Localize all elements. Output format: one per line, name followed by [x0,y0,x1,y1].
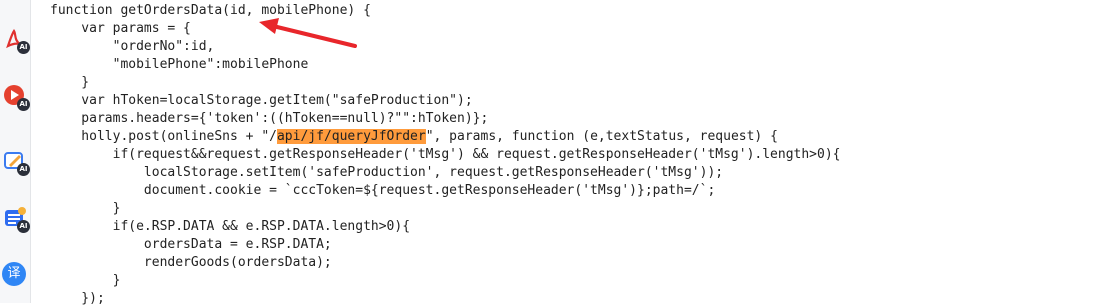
code-line: var params = { [50,21,191,36]
video-ai-button[interactable]: AI [2,83,30,111]
code-segment: ", params, function (e,textStatus, reque… [425,129,778,144]
code-line: document.cookie = `cccToken=${request.ge… [50,183,716,198]
translate-button[interactable]: 译 [2,262,28,288]
code-line: localStorage.setItem('safeProduction', r… [50,165,724,180]
code-line: params.headers={'token':((hToken==null)?… [50,111,489,126]
ai-badge: AI [17,220,30,233]
code-line-highlighted: holly.post(onlineSns + "/api/jf/queryJfO… [50,128,778,146]
code-line: if(e.RSP.DATA && e.RSP.DATA.length>0){ [50,219,411,234]
code-line: } [50,75,90,90]
code-line: } [50,273,121,288]
write-ai-button[interactable]: AI [2,148,30,176]
left-toolbar: AI AI AI AI 译 [0,0,31,303]
highlighted-endpoint: api/jf/queryJfOrder [276,129,426,144]
code-line: "mobilePhone":mobilePhone [50,57,309,72]
pdf-ai-button[interactable]: AI [2,26,30,54]
list-ai-button[interactable]: AI [2,205,30,233]
code-line: }); [50,291,105,306]
ai-badge: AI [17,163,30,176]
code-line: renderGoods(ordersData); [50,255,332,270]
code-line: ordersData = e.RSP.DATA; [50,237,332,252]
code-line: "orderNo":id, [50,39,215,54]
code-line: } [50,201,121,216]
red-arrow-annotation [259,18,357,48]
code-line: if(request&&request.getResponseHeader('t… [50,147,841,162]
translate-icon: 译 [2,262,26,286]
code-segment: holly.post(onlineSns + "/ [50,129,277,144]
ai-badge: AI [17,98,30,111]
ai-badge: AI [17,41,30,54]
code-line: var hToken=localStorage.getItem("safePro… [50,93,473,108]
